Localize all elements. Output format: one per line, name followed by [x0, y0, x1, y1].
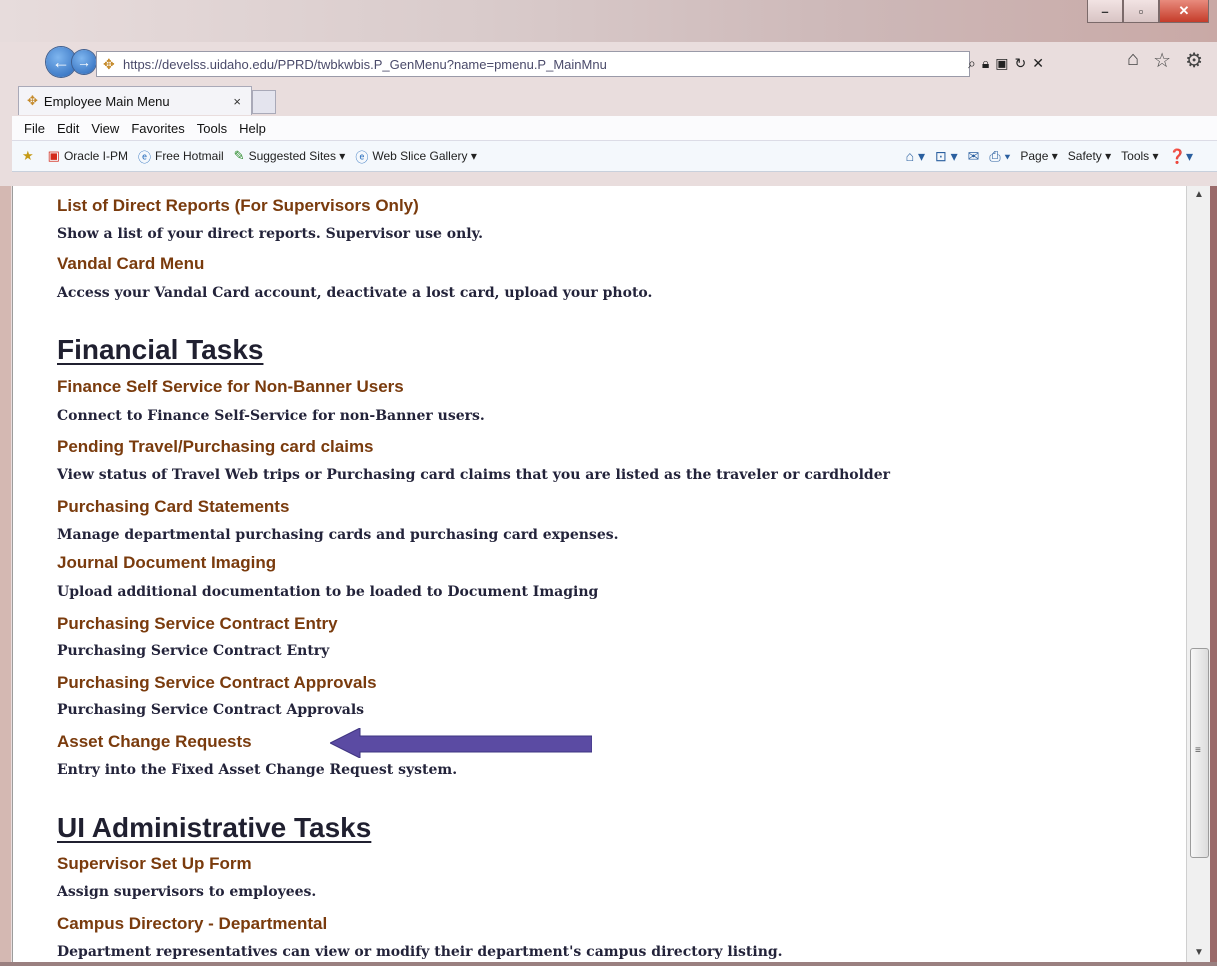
- forward-arrow-icon: →: [77, 54, 91, 70]
- fav-oracle-label: Oracle I-PM: [63, 149, 128, 163]
- menu-view[interactable]: View: [91, 121, 119, 136]
- menu-tools[interactable]: Tools: [197, 121, 227, 136]
- scroll-up-icon[interactable]: ▲: [1187, 186, 1211, 204]
- address-bar[interactable]: ✥ https://develss.uidaho.edu/PPRD/twbkwb…: [96, 51, 970, 77]
- feeds-icon[interactable]: ⊡ ▾: [935, 148, 958, 165]
- link-asset-change-requests[interactable]: Asset Change Requests: [57, 732, 252, 752]
- left-frame-border: [0, 186, 11, 966]
- tab-title: Employee Main Menu: [43, 93, 170, 109]
- link-purchasing-card-statements[interactable]: Purchasing Card Statements: [57, 497, 289, 517]
- favorites-star-icon[interactable]: ☆: [1153, 48, 1171, 73]
- link-supervisor-set-up-form[interactable]: Supervisor Set Up Form: [57, 854, 252, 874]
- vertical-scrollbar[interactable]: ▲ ≡ ▼: [1186, 186, 1211, 962]
- navigation-bar: ← → ✥ https://develss.uidaho.edu/PPRD/tw…: [0, 44, 1217, 82]
- fav-webslice-label: Web Slice Gallery ▾: [372, 149, 477, 163]
- tools-menu[interactable]: Tools ▾: [1121, 149, 1158, 163]
- desc-purchasing-service-contract-approvals: Purchasing Service Contract Approvals: [57, 702, 365, 718]
- section-heading-ui-admin: UI Administrative Tasks: [57, 812, 372, 843]
- favorites-star-add[interactable]: ★: [22, 148, 38, 164]
- scrollbar-thumb[interactable]: ≡: [1190, 648, 1209, 858]
- refresh-icon[interactable]: ↻: [1015, 55, 1027, 72]
- menu-bar: File Edit View Favorites Tools Help: [12, 116, 1217, 141]
- suggested-sites-icon: ✎: [233, 148, 245, 163]
- desc-campus-directory-departmental: Department representatives can view or m…: [57, 944, 783, 960]
- desc-vandal-card-menu: Access your Vandal Card account, deactiv…: [57, 285, 653, 301]
- tab-employee-main-menu[interactable]: ✥ Employee Main Menu ×: [18, 86, 252, 115]
- link-list-of-direct-reports[interactable]: List of Direct Reports (For Supervisors …: [57, 196, 419, 216]
- address-tools: ⌕ 🔒︎ ▣ ↻ ✕: [968, 51, 1044, 75]
- ie-page-icon: ⓔ: [355, 149, 369, 165]
- desc-purchasing-service-contract-entry: Purchasing Service Contract Entry: [57, 643, 330, 659]
- desc-finance-self-service: Connect to Finance Self-Service for non-…: [57, 408, 485, 424]
- close-button[interactable]: ✕: [1159, 0, 1209, 23]
- browser-window: – ▫ ✕ ← → ✥ https://develss.uidaho.edu/P…: [0, 0, 1217, 966]
- link-finance-self-service[interactable]: Finance Self Service for Non-Banner User…: [57, 377, 404, 397]
- favorites-bar: ★ ▣ Oracle I-PM ⓔ Free Hotmail ✎ Suggested …: [12, 141, 1217, 172]
- desc-journal-document-imaging: Upload additional documentation to be lo…: [57, 584, 599, 600]
- new-tab-button[interactable]: [252, 90, 276, 114]
- fav-oracle-ipm[interactable]: ▣ Oracle I-PM: [48, 148, 128, 164]
- link-pending-travel[interactable]: Pending Travel/Purchasing card claims: [57, 437, 374, 457]
- window-controls: – ▫ ✕: [1087, 0, 1209, 23]
- minimize-button[interactable]: –: [1087, 0, 1123, 23]
- compat-view-icon[interactable]: ▣: [995, 55, 1008, 72]
- link-journal-document-imaging[interactable]: Journal Document Imaging: [57, 553, 276, 573]
- browser-right-icons: ⌂ ☆ ⚙: [1127, 48, 1203, 73]
- desc-list-of-direct-reports: Show a list of your direct reports. Supe…: [57, 226, 483, 242]
- desc-supervisor-set-up-form: Assign supervisors to employees.: [57, 884, 317, 900]
- page-menu[interactable]: Page ▾: [1020, 149, 1057, 163]
- bottom-frame-border: [0, 962, 1217, 966]
- help-icon[interactable]: ❓▾: [1169, 148, 1193, 165]
- home-icon[interactable]: ⌂ ▾: [906, 148, 925, 165]
- oracle-icon: ▣: [47, 148, 60, 163]
- annotation-arrow-icon: [330, 728, 592, 758]
- menu-edit[interactable]: Edit: [57, 121, 79, 136]
- ie-page-icon: ⓔ: [137, 149, 151, 165]
- fav-suggested-sites[interactable]: ✎ Suggested Sites ▾: [234, 148, 346, 164]
- menu-help[interactable]: Help: [239, 121, 266, 136]
- fav-hotmail-label: Free Hotmail: [154, 149, 224, 163]
- search-icon[interactable]: ⌕: [968, 55, 976, 72]
- add-favorite-icon: ★: [22, 148, 34, 163]
- desc-asset-change-requests: Entry into the Fixed Asset Change Reques…: [57, 762, 458, 778]
- fav-suggested-label: Suggested Sites ▾: [248, 149, 346, 163]
- desc-pending-travel: View status of Travel Web trips or Purch…: [57, 467, 890, 483]
- scroll-down-icon[interactable]: ▼: [1187, 944, 1211, 962]
- menu-file[interactable]: File: [24, 121, 45, 136]
- tab-bar: ✥ Employee Main Menu ×: [0, 84, 1217, 115]
- print-icon[interactable]: ⎙ ▾: [989, 148, 1010, 165]
- lock-icon[interactable]: 🔒︎: [982, 55, 989, 72]
- fav-web-slice[interactable]: ⓔ Web Slice Gallery ▾: [355, 147, 477, 166]
- back-arrow-icon: ←: [52, 51, 70, 72]
- safety-menu[interactable]: Safety ▾: [1068, 149, 1111, 163]
- command-bar: ⌂ ▾ ⊡ ▾ ✉ ⎙ ▾ Page ▾ Safety ▾ Tools ▾ ❓▾: [906, 141, 1193, 171]
- link-purchasing-service-contract-approvals[interactable]: Purchasing Service Contract Approvals: [57, 673, 377, 693]
- grip-icon: ≡: [1195, 745, 1201, 756]
- link-purchasing-service-contract-entry[interactable]: Purchasing Service Contract Entry: [57, 614, 338, 634]
- site-favicon-icon: ✥: [103, 56, 115, 72]
- menu-favorites[interactable]: Favorites: [131, 121, 184, 136]
- home-icon[interactable]: ⌂: [1127, 48, 1139, 73]
- stop-icon[interactable]: ✕: [1032, 55, 1044, 72]
- forward-button[interactable]: →: [72, 50, 96, 74]
- tab-favicon-icon: ✥: [27, 93, 38, 108]
- page-content: List of Direct Reports (For Supervisors …: [12, 186, 1187, 962]
- link-vandal-card-menu[interactable]: Vandal Card Menu: [57, 254, 204, 274]
- maximize-button[interactable]: ▫: [1123, 0, 1159, 23]
- tab-close-icon[interactable]: ×: [233, 94, 241, 109]
- fav-free-hotmail[interactable]: ⓔ Free Hotmail: [138, 147, 224, 166]
- section-heading-financial: Financial Tasks: [57, 334, 264, 365]
- desc-purchasing-card-statements: Manage departmental purchasing cards and…: [57, 527, 619, 543]
- address-url: https://develss.uidaho.edu/PPRD/twbkwbis…: [123, 56, 607, 72]
- settings-gear-icon[interactable]: ⚙: [1185, 48, 1203, 73]
- right-frame-border: [1210, 186, 1217, 966]
- link-campus-directory-departmental[interactable]: Campus Directory - Departmental: [57, 914, 327, 934]
- title-bar: – ▫ ✕: [0, 0, 1217, 42]
- mail-icon[interactable]: ✉: [968, 148, 980, 165]
